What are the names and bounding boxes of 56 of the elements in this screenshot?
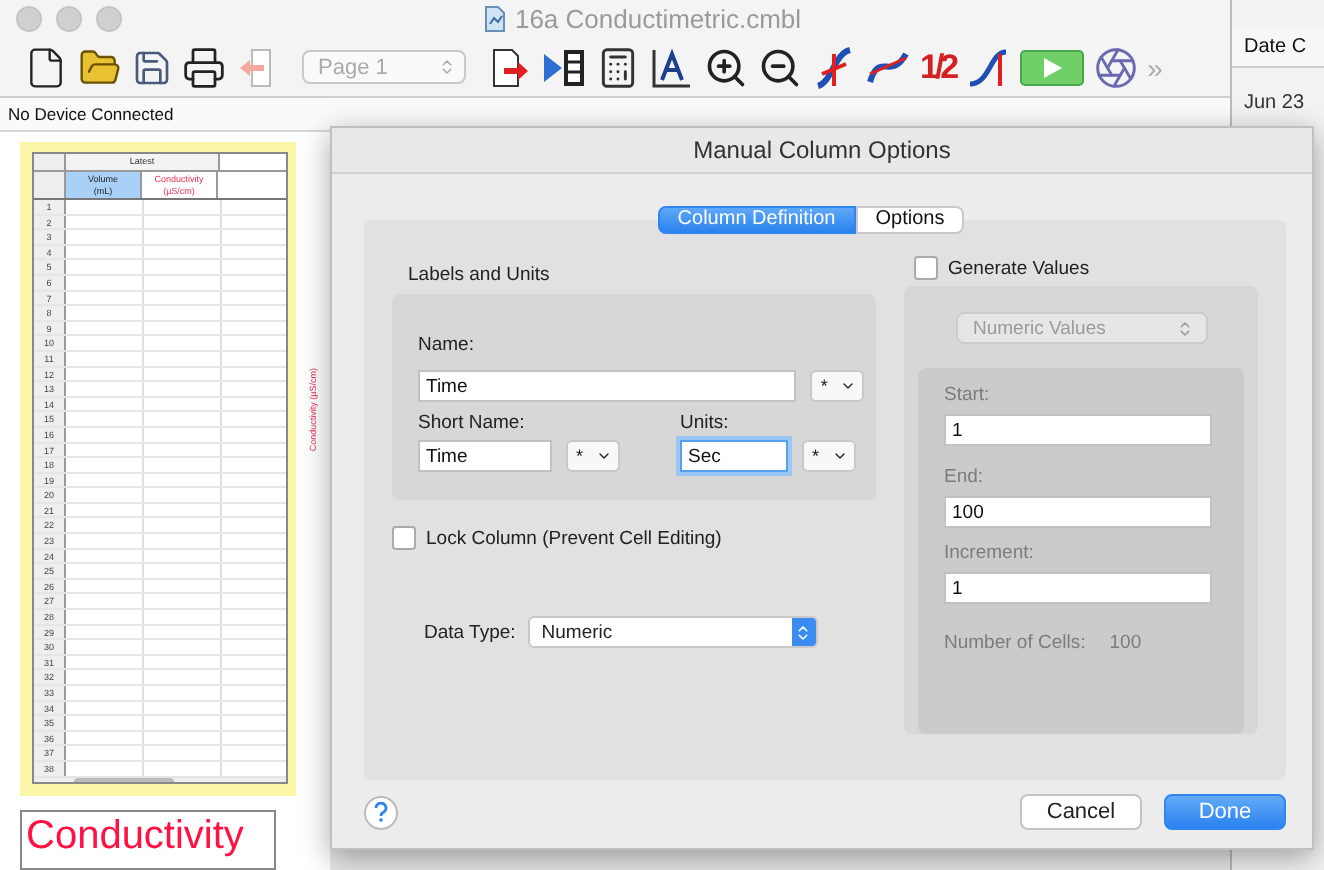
- chevron-down-icon: [596, 448, 612, 464]
- field-label: Start:: [944, 384, 992, 406]
- field-label: End:: [944, 466, 986, 488]
- checkbox-label: Generate Values: [948, 257, 1090, 279]
- field-label: Units:: [680, 412, 731, 434]
- symbol-menu[interactable]: *: [810, 370, 864, 402]
- calculator-icon[interactable]: [596, 45, 640, 90]
- stepper-icon: [1175, 319, 1193, 337]
- checkbox[interactable]: [392, 526, 416, 550]
- start-field[interactable]: 1: [944, 414, 1212, 446]
- window-title: 16a Conductimetric.cmbl: [514, 4, 802, 35]
- open-folder-icon[interactable]: [78, 45, 122, 90]
- symbol-menu[interactable]: *: [566, 440, 620, 472]
- field-label: Data Type:: [424, 621, 516, 643]
- chevron-down-icon: [832, 448, 848, 464]
- column-header: Date C: [1232, 28, 1324, 68]
- field-label: Name:: [418, 334, 476, 356]
- half-button[interactable]: 1/2: [920, 47, 956, 88]
- aperture-icon[interactable]: [1093, 45, 1138, 90]
- list-item: Jun 23: [1242, 90, 1307, 114]
- slope-icon[interactable]: [965, 45, 1010, 90]
- axes-icon[interactable]: [650, 45, 694, 90]
- name-field[interactable]: Time: [418, 370, 797, 402]
- checkbox[interactable]: [914, 256, 938, 280]
- document-icon: [484, 6, 507, 33]
- play-film-icon[interactable]: [542, 45, 586, 90]
- help-button[interactable]: [364, 795, 398, 829]
- end-field[interactable]: 100: [944, 496, 1212, 528]
- new-file-icon[interactable]: [24, 45, 68, 90]
- help-icon: [374, 802, 388, 822]
- checkbox-label: Lock Column (Prevent Cell Editing): [426, 527, 722, 549]
- tab[interactable]: Options: [855, 206, 965, 234]
- field-label: Number of Cells:: [944, 632, 1086, 654]
- dialog-title: Manual Column Options: [332, 128, 1312, 174]
- tangent-curve-icon[interactable]: [812, 45, 856, 90]
- data-type-select[interactable]: Numeric: [527, 616, 818, 648]
- printer-icon[interactable]: [182, 45, 226, 90]
- stepper-icon: [438, 58, 456, 77]
- zoom-out-icon[interactable]: [758, 45, 802, 90]
- chevron-down-icon: [840, 378, 856, 394]
- field-label: Short Name:: [418, 412, 527, 434]
- short-name-field[interactable]: Time: [418, 440, 552, 472]
- stepper-icon: [794, 623, 813, 641]
- save-icon[interactable]: [132, 47, 172, 88]
- increment-field[interactable]: 1: [944, 572, 1212, 604]
- text-annotation: Conductivity: [20, 810, 276, 870]
- export-icon[interactable]: [488, 45, 532, 90]
- units-field[interactable]: Sec: [680, 440, 788, 472]
- cancel-button[interactable]: Cancel: [1020, 794, 1142, 830]
- cells-count: 100: [1109, 632, 1142, 654]
- field-label: Increment:: [944, 542, 1036, 564]
- status-text: No Device Connected: [8, 104, 174, 125]
- symbol-menu[interactable]: *: [802, 440, 856, 472]
- play-button-icon[interactable]: [1019, 49, 1084, 86]
- group-title: Labels and Units: [406, 262, 552, 286]
- zoom-in-icon[interactable]: [704, 45, 748, 90]
